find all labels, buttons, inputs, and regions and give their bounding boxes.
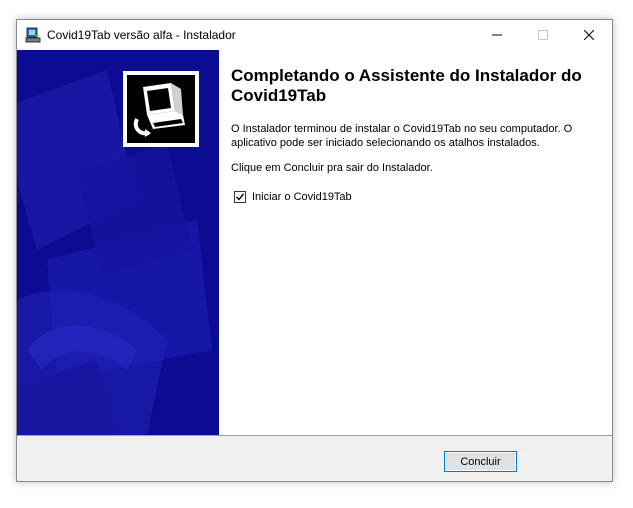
installer-window: Covid19Tab versão alfa - Instalador Comp… (16, 19, 613, 482)
close-button[interactable] (566, 20, 612, 50)
minimize-button[interactable] (474, 20, 520, 50)
completion-message: O Instalador terminou de instalar o Covi… (231, 123, 573, 149)
computer-install-icon (127, 75, 195, 143)
exit-instruction: Clique em Concluir pra sair do Instalado… (231, 162, 433, 174)
wizard-main-panel: Completando o Assistente do Instalador d… (231, 50, 600, 203)
launch-app-option[interactable]: Iniciar o Covid19Tab (234, 191, 352, 203)
window-title: Covid19Tab versão alfa - Instalador (47, 28, 236, 42)
launch-app-label[interactable]: Iniciar o Covid19Tab (252, 191, 352, 203)
title-bar: Covid19Tab versão alfa - Instalador (17, 20, 612, 50)
page-title: Completando o Assistente do Instalador d… (231, 66, 582, 105)
minimize-icon (492, 34, 502, 36)
installer-logo (123, 71, 199, 147)
wizard-content: Completando o Assistente do Instalador d… (17, 50, 612, 435)
installer-icon (25, 27, 41, 43)
maximize-button[interactable] (520, 20, 566, 50)
maximize-icon (538, 30, 548, 40)
finish-button[interactable]: Concluir (444, 451, 517, 472)
wizard-side-image (17, 50, 219, 435)
check-icon (236, 193, 245, 201)
wizard-footer: Concluir (17, 436, 612, 481)
close-icon (584, 30, 594, 40)
launch-app-checkbox[interactable] (234, 191, 246, 203)
